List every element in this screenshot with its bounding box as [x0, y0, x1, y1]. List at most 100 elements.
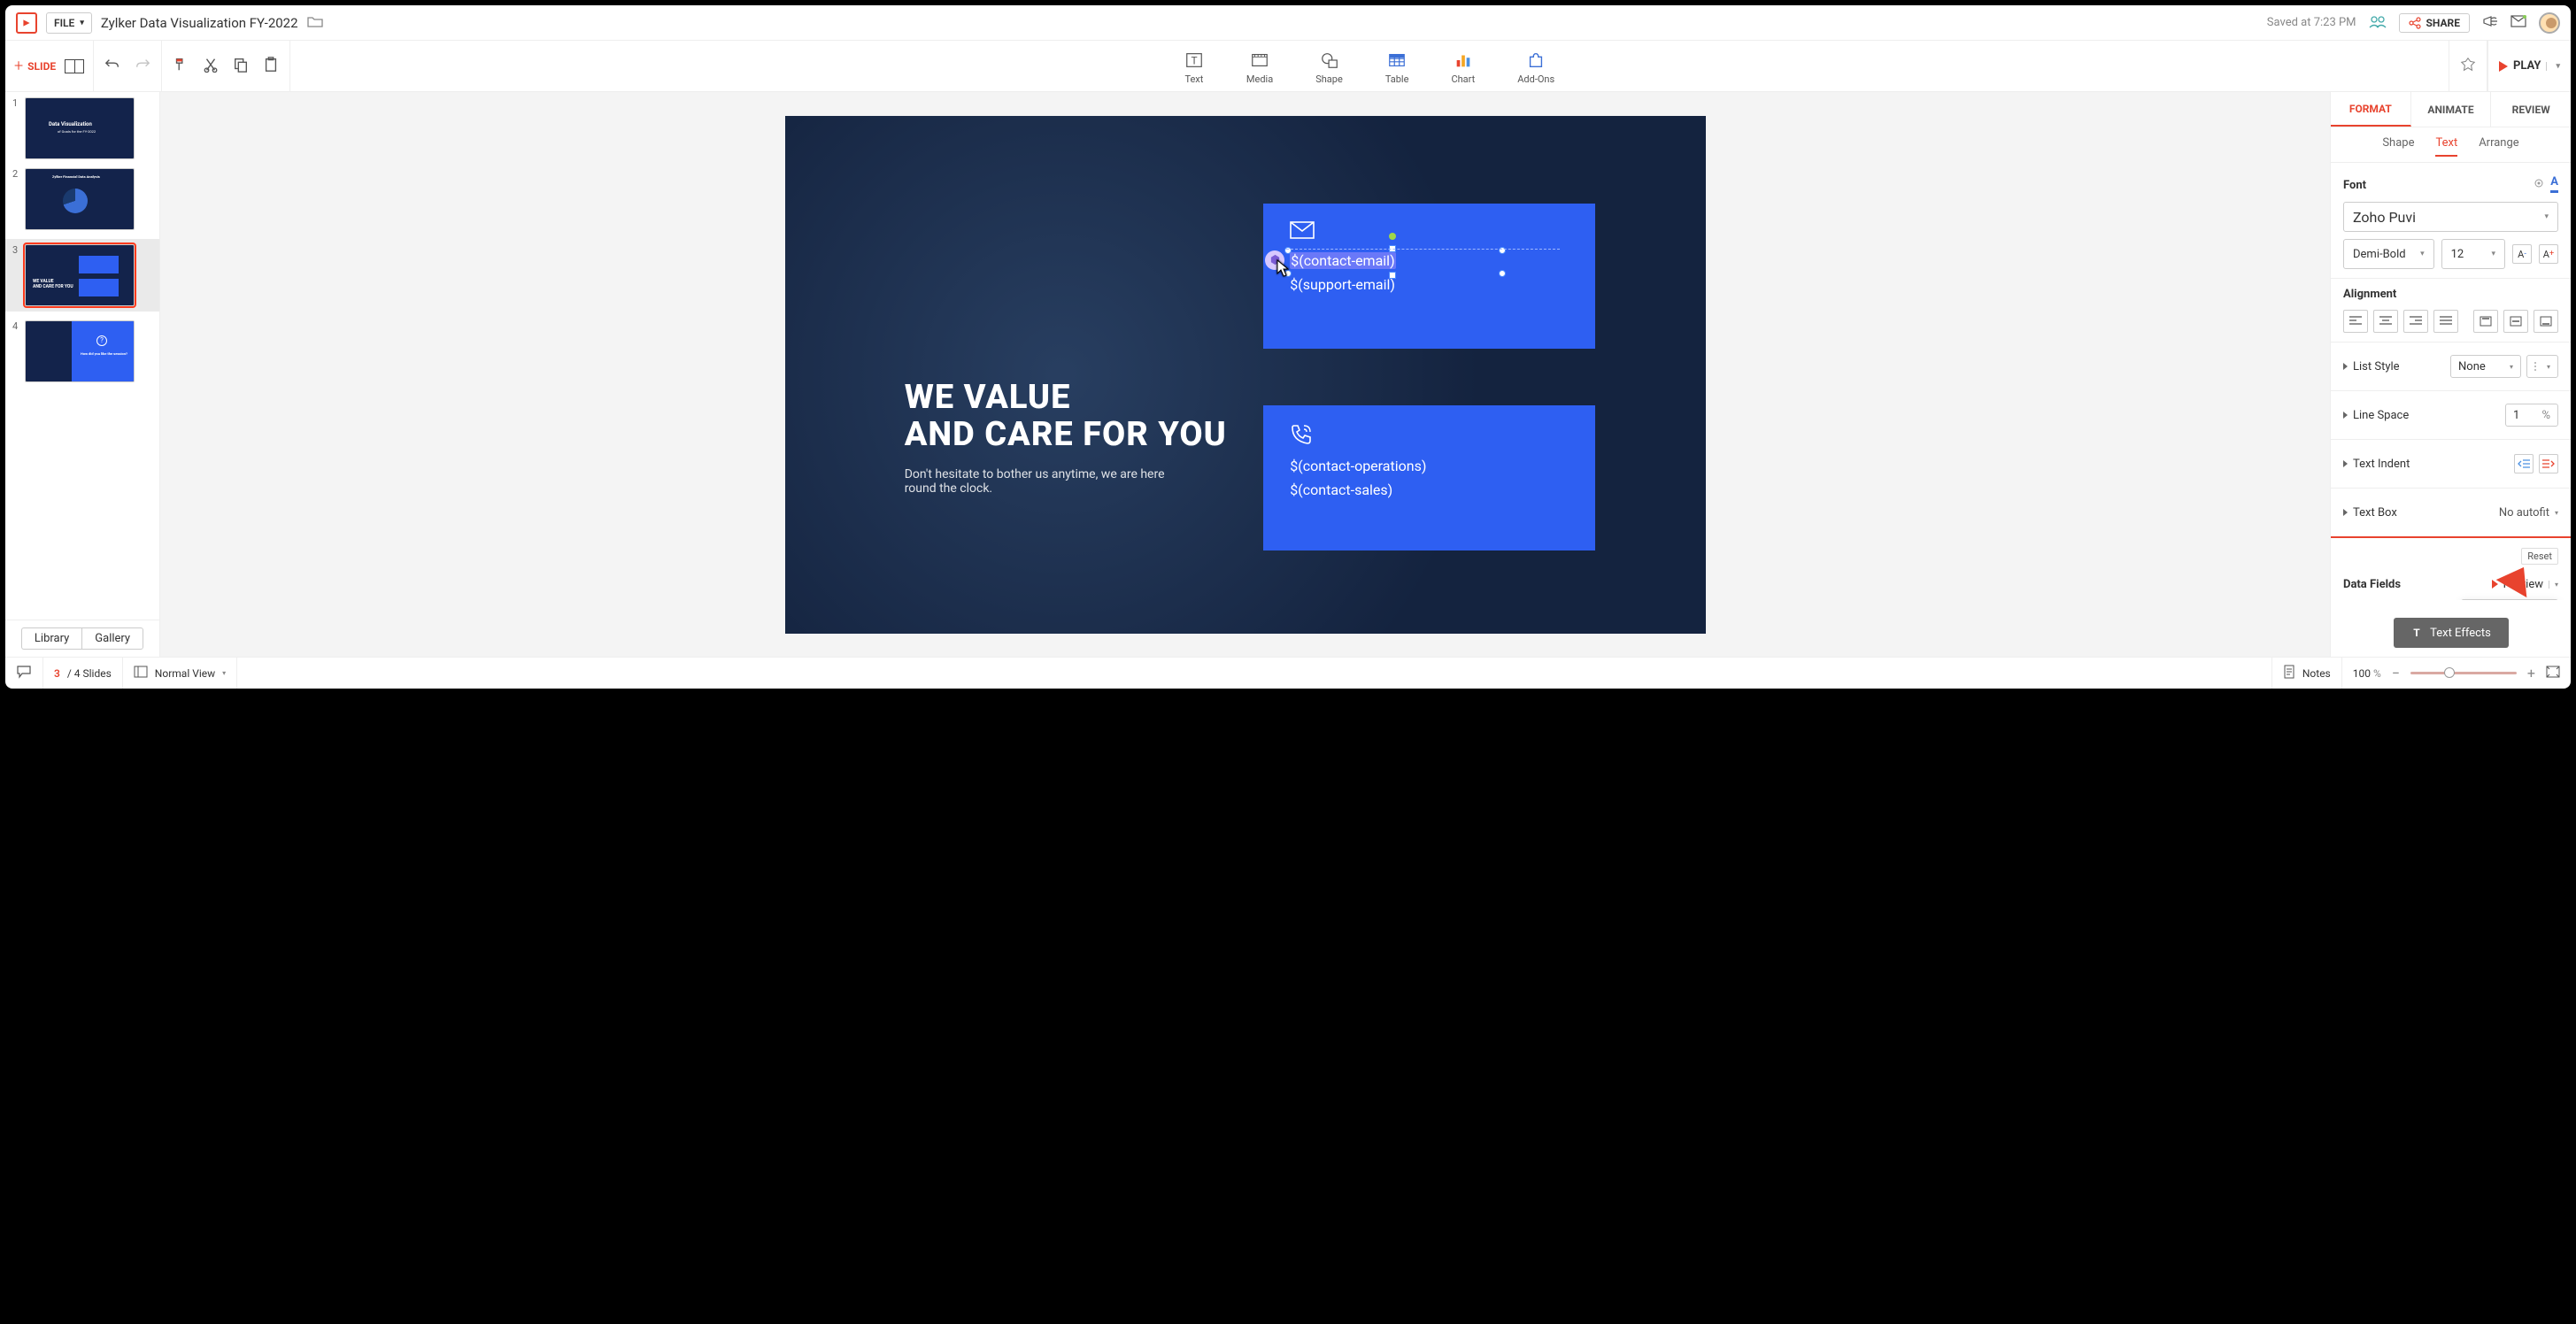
megaphone-icon[interactable] [2482, 14, 2498, 32]
slide-subtitle[interactable]: Don't hesitate to bother us anytime, we … [905, 467, 1188, 496]
slide-canvas[interactable]: WE VALUEAND CARE FOR YOU Don't hesitate … [785, 116, 1706, 634]
zoom-value: 100 % [2353, 667, 2381, 680]
font-family-select[interactable]: Zoho Puvi▾ [2343, 202, 2558, 232]
format-painter-icon[interactable] [173, 57, 189, 76]
thumb-number: 3 [12, 244, 21, 306]
slide-title[interactable]: WE VALUEAND CARE FOR YOU [905, 380, 1227, 454]
thumb-number: 1 [12, 97, 21, 159]
share-button[interactable]: SHARE [2399, 13, 2470, 33]
tab-animate[interactable]: ANIMATE [2411, 92, 2492, 127]
slide-thumbnail[interactable]: WE VALUEAND CARE FOR YOU [25, 244, 135, 306]
tab-format[interactable]: FORMAT [2331, 92, 2411, 127]
slide-thumbnail[interactable]: ? How did you like the session? [25, 320, 135, 382]
cut-icon[interactable] [203, 57, 219, 76]
slide-thumbnail[interactable]: Data Visualization of Goals for the FY-2… [25, 97, 135, 159]
avatar[interactable] [2539, 12, 2560, 34]
tab-review[interactable]: REVIEW [2491, 92, 2571, 127]
text-indent-label[interactable]: Text Indent [2353, 458, 2410, 471]
font-size-input[interactable]: 12▾ [2441, 239, 2505, 269]
library-tab[interactable]: Library [21, 627, 81, 650]
indent-decrease-button[interactable] [2514, 454, 2534, 473]
phone-icon [1290, 423, 1568, 450]
comments-icon[interactable] [16, 665, 32, 681]
view-icon[interactable] [134, 666, 148, 681]
data-field-contact-sales[interactable]: $(contact-sales) [1290, 481, 1568, 498]
preview-dropdown-toggle[interactable]: ▾ [2549, 581, 2558, 589]
play-button[interactable]: PLAY▾ [2499, 59, 2560, 73]
preview-dropdown: Selected Field All Fields [2461, 599, 2558, 601]
zoom-out-button[interactable]: − [2392, 665, 2400, 681]
subtab-text[interactable]: Text [2435, 136, 2457, 157]
insert-table-button[interactable]: Table [1385, 50, 1409, 85]
notes-button[interactable]: Notes [2302, 667, 2331, 680]
phone-card[interactable]: $(contact-operations) $(contact-sales) [1263, 405, 1594, 550]
preview-button[interactable]: Preview [2503, 578, 2543, 591]
indent-increase-button[interactable] [2539, 454, 2558, 473]
font-color-icon[interactable]: A [2550, 177, 2558, 193]
undo-icon[interactable] [104, 57, 120, 76]
copy-icon[interactable] [233, 57, 249, 76]
fit-screen-button[interactable] [2546, 666, 2560, 681]
mail-icon[interactable] [2510, 15, 2526, 31]
text-box-label[interactable]: Text Box [2353, 506, 2397, 520]
thumb-number: 4 [12, 320, 21, 382]
font-decrease-button[interactable]: A- [2512, 244, 2532, 264]
text-effects-button[interactable]: T Text Effects [2394, 618, 2509, 648]
reset-button[interactable]: Reset [2521, 548, 2558, 565]
view-mode-select[interactable]: Normal View [155, 667, 215, 680]
gallery-tab[interactable]: Gallery [81, 627, 143, 650]
line-space-label[interactable]: Line Space [2353, 409, 2409, 422]
valign-middle-button[interactable] [2503, 310, 2528, 333]
theme-icon[interactable] [2460, 57, 2476, 76]
zoom-in-button[interactable]: + [2527, 665, 2535, 681]
font-weight-select[interactable]: Demi-Bold▾ [2343, 239, 2434, 269]
slide-thumbnail[interactable]: Zylker Financial Data Analysis [25, 168, 135, 230]
collaborators-icon[interactable] [2369, 14, 2387, 32]
mail-icon [1290, 221, 1568, 243]
zoom-slider[interactable] [2410, 672, 2517, 674]
folder-icon[interactable] [307, 14, 323, 31]
align-justify-button[interactable] [2433, 310, 2458, 333]
insert-shape-button[interactable]: Shape [1315, 50, 1343, 85]
svg-text:T: T [2413, 627, 2420, 639]
list-style-label[interactable]: List Style [2353, 360, 2400, 373]
valign-bottom-button[interactable] [2534, 310, 2558, 333]
paste-icon[interactable] [263, 57, 279, 76]
total-slides: / 4 Slides [67, 667, 112, 680]
app-logo[interactable] [16, 12, 37, 34]
insert-addons-button[interactable]: Add-Ons [1517, 50, 1554, 85]
document-title[interactable]: Zylker Data Visualization FY-2022 [101, 15, 298, 31]
preview-option-selected-field[interactable]: Selected Field [2462, 600, 2557, 601]
align-center-button[interactable] [2373, 310, 2398, 333]
notes-icon[interactable] [2283, 665, 2295, 681]
email-card[interactable]: $(contact-email) $(support-email) [1263, 204, 1594, 349]
data-field-contact-email[interactable]: $(contact-email) [1290, 252, 1568, 269]
list-style-select[interactable]: None▾ [2450, 355, 2521, 378]
subtab-arrange[interactable]: Arrange [2479, 136, 2518, 157]
text-box-value[interactable]: No autofit [2499, 506, 2549, 520]
font-increase-button[interactable]: A+ [2539, 244, 2558, 264]
alignment-label: Alignment [2343, 288, 2558, 301]
data-fields-label: Data Fields [2343, 578, 2401, 591]
data-field-support-email[interactable]: $(support-email) [1290, 276, 1568, 293]
data-field-contact-operations[interactable]: $(contact-operations) [1290, 458, 1568, 474]
list-style-options[interactable]: ▾ [2526, 355, 2558, 378]
subtab-shape[interactable]: Shape [2382, 136, 2414, 157]
line-space-input[interactable]: 1% [2505, 404, 2558, 427]
slide-layout-button[interactable] [65, 59, 84, 73]
add-slide-button[interactable]: +SLIDE [14, 57, 56, 75]
preview-play-icon[interactable] [2492, 580, 2498, 589]
insert-chart-button[interactable]: Chart [1451, 50, 1475, 85]
align-left-button[interactable] [2343, 310, 2368, 333]
valign-top-button[interactable] [2473, 310, 2498, 333]
insert-text-button[interactable]: TText [1184, 50, 1204, 85]
font-toggle-icon[interactable] [2533, 177, 2545, 193]
cursor-icon [1272, 258, 1292, 283]
svg-text:T: T [1191, 55, 1197, 67]
saved-status: Saved at 7:23 PM [2267, 16, 2356, 29]
redo-icon[interactable] [135, 57, 150, 76]
current-slide-number: 3 [54, 667, 60, 680]
file-menu[interactable]: FILE▾ [46, 12, 92, 34]
insert-media-button[interactable]: Media [1246, 50, 1273, 85]
align-right-button[interactable] [2403, 310, 2428, 333]
